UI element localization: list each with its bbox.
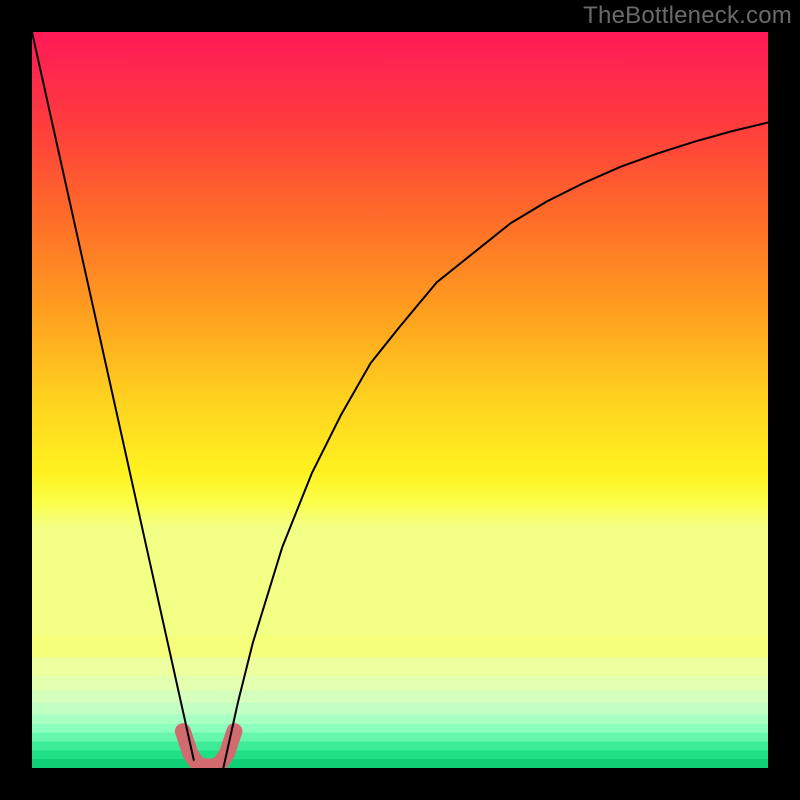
chart-container: TheBottleneck.com <box>0 0 800 800</box>
plot-svg <box>32 32 768 768</box>
watermark-text: TheBottleneck.com <box>583 2 792 30</box>
plot-area <box>32 32 768 768</box>
bottom-color-bands <box>32 636 768 768</box>
gradient-background <box>32 32 768 636</box>
